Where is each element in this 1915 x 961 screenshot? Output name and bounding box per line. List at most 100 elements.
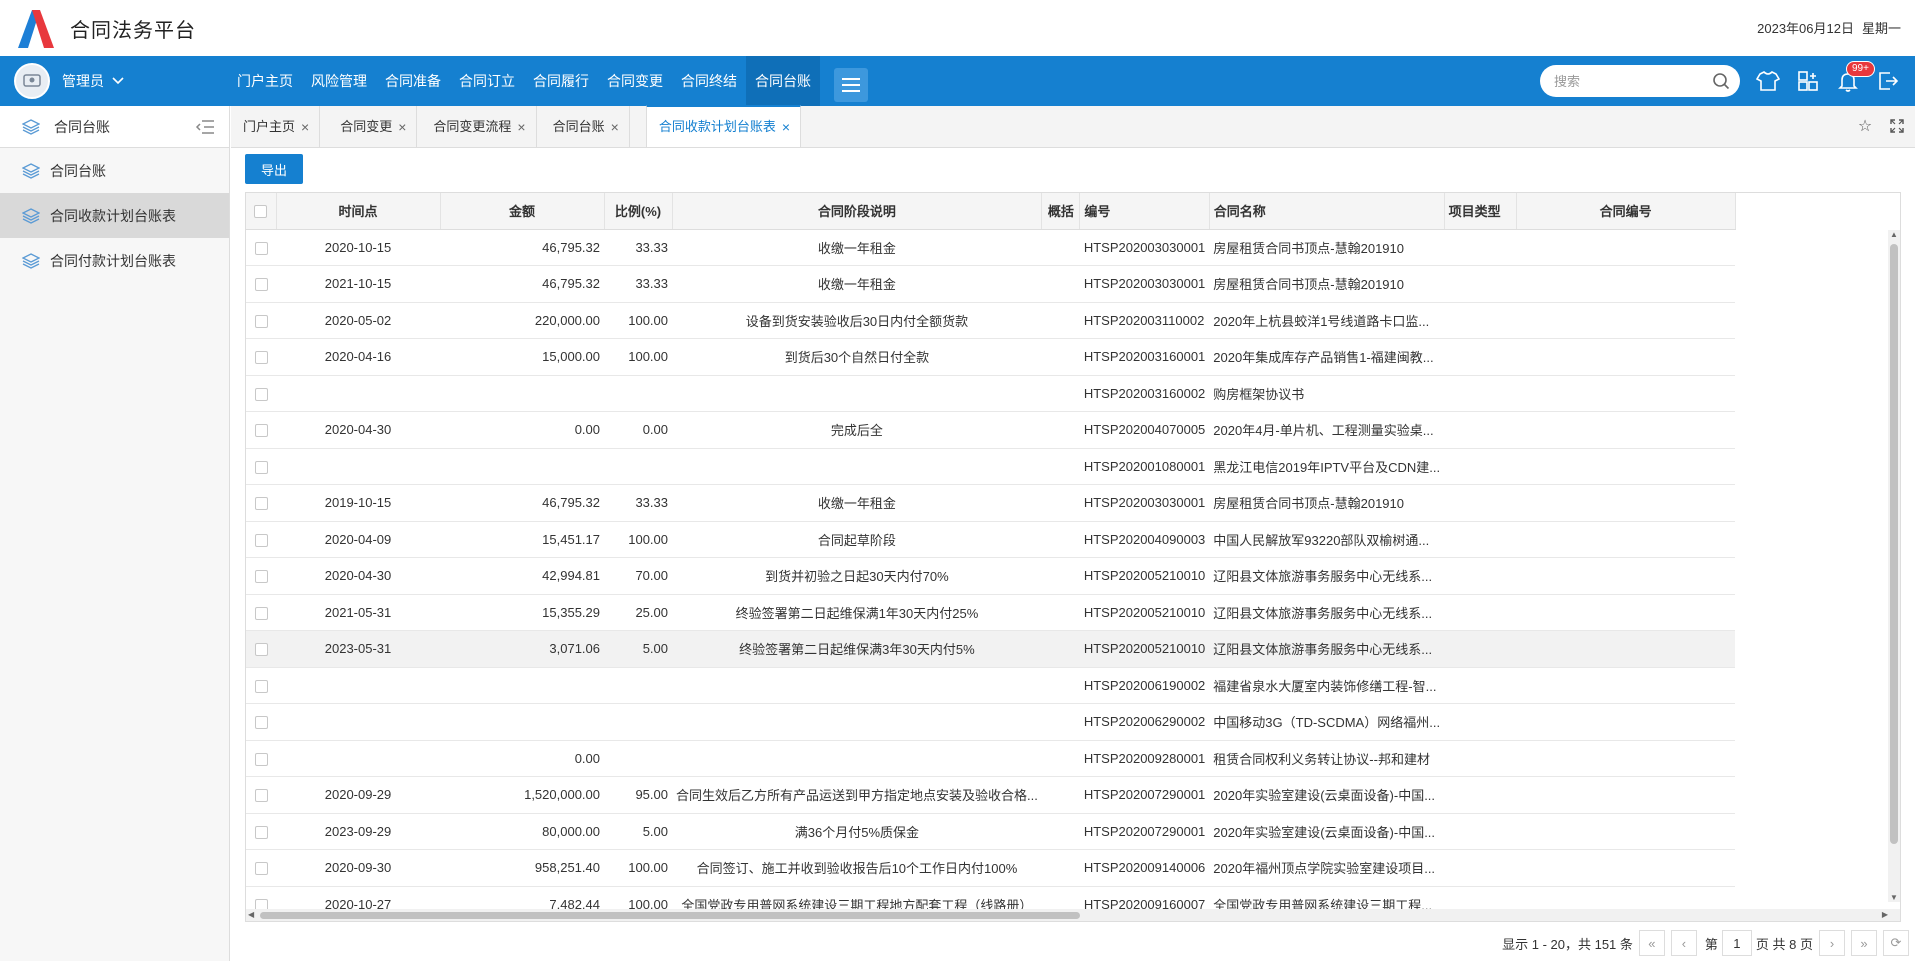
table-row[interactable]: 0.00 HTSP202009280001 租赁合同权利义务转让协议--邦和建材: [246, 740, 1736, 777]
row-checkbox[interactable]: [246, 229, 276, 266]
table-row[interactable]: 2023-05-31 3,071.06 5.00 终验签署第二日起维保满3年30天内付…: [246, 630, 1736, 668]
row-checkbox[interactable]: [246, 740, 276, 777]
table-row[interactable]: HTSP202003160002 购房框架协议书: [246, 375, 1736, 412]
row-checkbox[interactable]: [246, 630, 276, 668]
page-number-input[interactable]: [1721, 930, 1752, 956]
scrollbar-thumb[interactable]: [260, 912, 1080, 919]
tab-receipt-plan[interactable]: 合同收款计划台账表 ×: [645, 105, 802, 147]
column-header[interactable]: 合同编号: [1516, 193, 1736, 230]
close-icon[interactable]: ×: [782, 107, 790, 147]
row-checkbox[interactable]: [246, 594, 276, 631]
row-checkbox[interactable]: [246, 338, 276, 376]
column-header[interactable]: 概括: [1041, 193, 1081, 230]
prev-page-button[interactable]: ‹: [1670, 930, 1697, 956]
cell-summary: [1041, 338, 1080, 376]
table-row[interactable]: 2020-04-09 15,451.17 100.00 合同起草阶段 HTSP20200…: [246, 521, 1736, 558]
logout-icon[interactable]: [1874, 67, 1902, 95]
cell-contract-name: 2020年实验室建设(云桌面设备)-中国...: [1209, 776, 1445, 814]
table-row[interactable]: 2020-09-29 1,520,000.00 95.00 合同生效后乙方所有产品运送…: [246, 776, 1736, 814]
close-icon[interactable]: ×: [517, 107, 525, 147]
row-checkbox[interactable]: [246, 411, 276, 449]
table-row[interactable]: HTSP202006190002 福建省泉水大厦室内装饰修缮工程-智...: [246, 667, 1736, 704]
select-all-checkbox[interactable]: [246, 193, 277, 230]
user-menu[interactable]: 管理员: [14, 63, 228, 99]
nav-item-perform[interactable]: 合同履行: [524, 56, 598, 106]
row-checkbox[interactable]: [246, 265, 276, 303]
nav-item-sign[interactable]: 合同订立: [450, 56, 524, 106]
tab-change-flow[interactable]: 合同变更流程 ×: [417, 106, 537, 147]
table-row[interactable]: HTSP202006290002 中国移动3G（TD-SCDMA）网络福州...: [246, 703, 1736, 741]
table-row[interactable]: 2021-10-15 46,795.32 33.33 收缴一年租金 HTSP202003…: [246, 265, 1736, 303]
table-row[interactable]: 2020-09-30 958,251.40 100.00 合同签订、施工并收到验收报告…: [246, 849, 1736, 887]
sidebar-item-ledger[interactable]: 合同台账: [0, 148, 229, 193]
table-row[interactable]: 2023-09-29 80,000.00 5.00 满36个月付5%质保金 HTSP20…: [246, 813, 1736, 850]
table-row[interactable]: 2020-05-02 220,000.00 100.00 设备到货安装验收后30日内付…: [246, 302, 1736, 339]
cell-ratio: 33.33: [604, 229, 672, 266]
nav-item-ledger[interactable]: 合同台账: [746, 56, 820, 106]
table-row[interactable]: 2021-05-31 15,355.29 25.00 终验签署第二日起维保满1年30天…: [246, 594, 1736, 631]
fullscreen-icon[interactable]: [1887, 116, 1907, 136]
close-icon[interactable]: ×: [301, 107, 309, 147]
nav-item-change[interactable]: 合同变更: [598, 56, 672, 106]
search-input[interactable]: [1554, 73, 1704, 89]
chevron-down-icon[interactable]: [112, 74, 124, 88]
menu-toggle-button[interactable]: [834, 68, 868, 102]
first-page-button[interactable]: «: [1638, 930, 1665, 956]
nav-item-portal[interactable]: 门户主页: [228, 56, 302, 106]
row-checkbox[interactable]: [246, 375, 276, 412]
layers-icon: [22, 118, 40, 135]
next-page-button[interactable]: ›: [1819, 930, 1845, 956]
column-header[interactable]: 时间点: [276, 193, 441, 230]
row-checkbox[interactable]: [246, 484, 276, 522]
table-row[interactable]: 2020-04-30 0.00 0.00 完成后全 HTSP202004070005 20…: [246, 411, 1736, 449]
column-header[interactable]: 项目类型: [1444, 193, 1517, 230]
table-row[interactable]: 2019-10-15 46,795.32 33.33 收缴一年租金 HTSP202003…: [246, 484, 1736, 522]
bell-icon[interactable]: 99+: [1834, 61, 1875, 95]
sidebar-item-receipt-plan[interactable]: 合同收款计划台账表: [0, 193, 229, 238]
row-checkbox[interactable]: [246, 557, 276, 595]
tab-contract-ledger[interactable]: 合同台账 ×: [536, 106, 630, 147]
search-icon[interactable]: [1712, 72, 1730, 90]
scrollbar-thumb[interactable]: [1890, 244, 1898, 844]
row-checkbox[interactable]: [246, 849, 276, 887]
skin-icon[interactable]: [1754, 67, 1782, 95]
export-button[interactable]: 导出: [245, 154, 303, 184]
cell-stage: 到货后30个自然日付全款: [672, 338, 1042, 376]
column-header[interactable]: 合同阶段说明: [672, 193, 1043, 230]
avatar[interactable]: [14, 63, 50, 99]
vertical-scrollbar[interactable]: ▲ ▼: [1888, 230, 1900, 902]
row-checkbox[interactable]: [246, 302, 276, 339]
sidebar-item-payment-plan[interactable]: 合同付款计划台账表: [0, 238, 229, 283]
nav-item-prepare[interactable]: 合同准备: [376, 56, 450, 106]
tab-contract-change[interactable]: 合同变更 ×: [320, 106, 418, 147]
user-name[interactable]: 管理员: [62, 71, 104, 91]
cell-time: 2020-04-09: [276, 521, 440, 558]
table-row[interactable]: 2020-10-15 46,795.32 33.33 收缴一年租金 HTSP202003…: [246, 229, 1736, 266]
column-header[interactable]: 比例(%): [604, 193, 673, 230]
row-checkbox[interactable]: [246, 813, 276, 850]
refresh-icon[interactable]: ⟳: [1883, 930, 1909, 956]
row-checkbox[interactable]: [246, 703, 276, 741]
last-page-button[interactable]: »: [1851, 930, 1877, 956]
column-header[interactable]: 编号: [1079, 193, 1210, 230]
horizontal-scrollbar[interactable]: ◀ ▶: [246, 909, 1900, 921]
column-header[interactable]: 合同名称: [1209, 193, 1445, 230]
close-icon[interactable]: ×: [611, 107, 619, 147]
row-checkbox[interactable]: [246, 521, 276, 558]
cell-summary: [1041, 849, 1080, 887]
nav-item-terminate[interactable]: 合同终结: [672, 56, 746, 106]
table-row[interactable]: 2020-04-30 42,994.81 70.00 到货并初验之日起30天内付70%…: [246, 557, 1736, 595]
row-checkbox[interactable]: [246, 776, 276, 814]
switch-layout-icon[interactable]: [1794, 67, 1822, 95]
nav-item-risk[interactable]: 风险管理: [302, 56, 376, 106]
table-row[interactable]: 2020-04-16 15,000.00 100.00 到货后30个自然日付全款 HTS…: [246, 338, 1736, 376]
row-checkbox[interactable]: [246, 448, 276, 485]
cell-ratio: 100.00: [604, 338, 672, 376]
row-checkbox[interactable]: [246, 667, 276, 704]
close-icon[interactable]: ×: [398, 107, 406, 147]
star-icon[interactable]: ☆: [1855, 116, 1875, 136]
tab-portal[interactable]: 门户主页 ×: [231, 106, 321, 147]
table-row[interactable]: HTSP202001080001 黑龙江电信2019年IPTV平台及CDN建...: [246, 448, 1736, 485]
collapse-sidebar-icon[interactable]: [195, 118, 215, 136]
column-header[interactable]: 金额: [440, 193, 605, 230]
